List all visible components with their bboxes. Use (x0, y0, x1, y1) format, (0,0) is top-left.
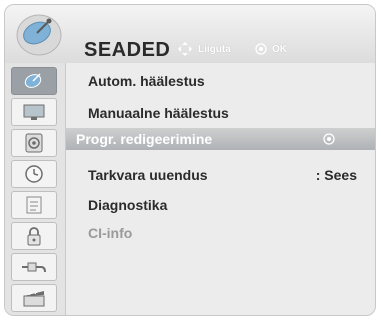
tv-screen-icon (23, 104, 45, 120)
menu-item-auto-tuning[interactable]: Autom. häälestus (66, 70, 375, 92)
dpad-icon (178, 42, 192, 56)
menu-item-label: CI-info (88, 225, 133, 241)
satellite-dish-icon (16, 14, 62, 56)
speaker-icon (25, 133, 43, 153)
padlock-icon (27, 227, 41, 246)
plug-icon (22, 262, 46, 273)
menu-item-software-update[interactable]: Tarkvara uuendus : Sees (66, 164, 375, 186)
category-sidebar (5, 63, 66, 315)
menu-item-diagnostics[interactable]: Diagnostika (66, 194, 375, 216)
sidebar-item-setup[interactable] (11, 67, 57, 95)
sidebar-item-option[interactable] (11, 191, 57, 219)
sidebar-item-audio[interactable] (11, 129, 57, 157)
menu-item-label: Tarkvara uuendus (88, 167, 208, 183)
hint-move-label: Liiguta (198, 43, 231, 55)
menu-item-program-edit[interactable]: Progr. redigeerimine (66, 128, 375, 150)
settings-list: Autom. häälestus Manuaalne häälestus Pro… (66, 63, 375, 315)
menu-item-label: Progr. redigeerimine (76, 131, 213, 147)
ok-button-icon (255, 43, 267, 55)
settings-menu-window: SEADED Liiguta OK Autom. häälestus Manua… (4, 4, 376, 316)
page-title: SEADED (84, 39, 171, 61)
ok-select-icon (323, 133, 335, 145)
menu-header: SEADED Liiguta OK (5, 5, 375, 63)
satellite-dish-icon (24, 73, 42, 88)
sidebar-item-input[interactable] (11, 253, 57, 281)
menu-item-label: Diagnostika (88, 197, 168, 213)
checklist-icon (26, 196, 42, 214)
sidebar-item-time[interactable] (11, 160, 57, 188)
clock-icon (25, 165, 43, 183)
navigation-hint: Liiguta (177, 41, 231, 57)
sidebar-item-lock[interactable] (11, 222, 57, 250)
hint-ok-label: OK (272, 43, 287, 55)
menu-item-label: Manuaalne häälestus (88, 105, 229, 121)
menu-item-value: : Sees (315, 167, 357, 183)
clapperboard-icon (23, 290, 45, 307)
sidebar-item-picture[interactable] (11, 98, 57, 126)
menu-item-ci-info: CI-info (66, 222, 375, 244)
sidebar-item-media[interactable] (11, 284, 57, 312)
menu-item-label: Autom. häälestus (88, 73, 205, 89)
ok-hint: OK (255, 41, 287, 57)
menu-item-manual-tuning[interactable]: Manuaalne häälestus (66, 102, 375, 124)
